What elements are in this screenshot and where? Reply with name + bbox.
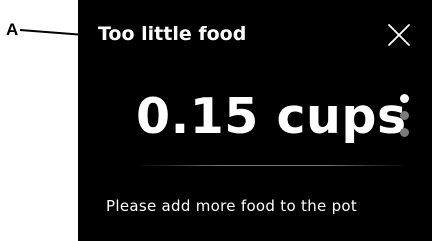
page-dot[interactable] <box>400 111 409 120</box>
status-message: Please add more food to the pot <box>106 197 358 215</box>
screen-title: Too little food <box>98 23 247 45</box>
callout-label: A <box>6 20 19 39</box>
page-indicator[interactable] <box>399 94 411 142</box>
close-button[interactable] <box>386 22 412 48</box>
divider <box>138 165 408 166</box>
food-amount-value: 0.15 cups <box>136 88 407 145</box>
close-icon <box>388 24 410 46</box>
page-dot[interactable] <box>400 128 409 137</box>
page-dot[interactable] <box>400 94 409 103</box>
device-screen: Too little food 0.15 cups Please add mor… <box>78 0 432 241</box>
